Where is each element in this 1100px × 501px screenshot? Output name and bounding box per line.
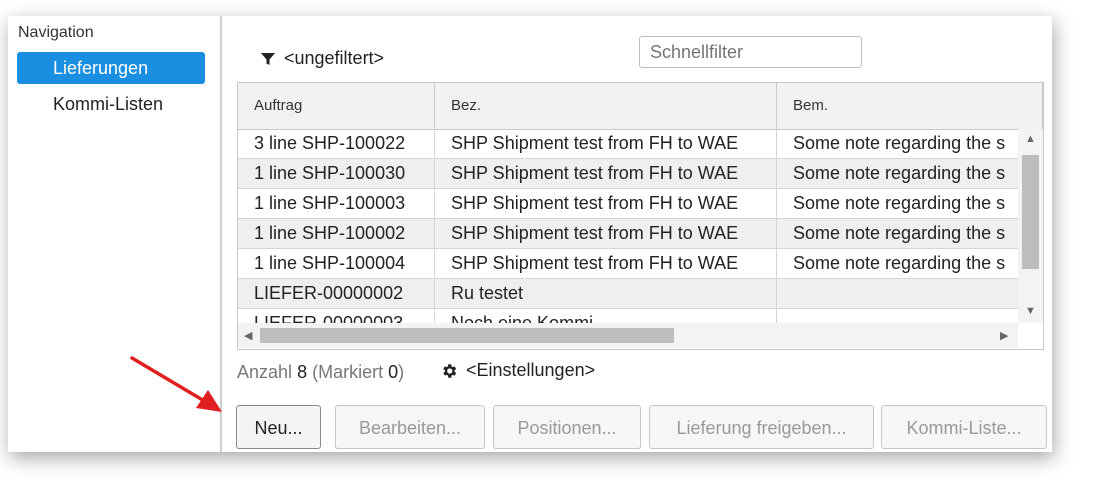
cell-auftrag: 1 line SHP-100004	[238, 249, 435, 278]
count-value: 8	[297, 362, 308, 382]
funnel-icon	[261, 52, 275, 65]
cell-auftrag: 1 line SHP-100002	[238, 219, 435, 248]
table-row[interactable]: LIEFER-00000002 Ru testet	[238, 279, 1018, 309]
nav-item-kommi-listen[interactable]: Kommi-Listen	[17, 88, 205, 120]
cell-auftrag: 1 line SHP-100030	[238, 159, 435, 188]
cell-bez: SHP Shipment test from FH to WAE	[435, 159, 777, 188]
nav-item-label: Lieferungen	[53, 58, 149, 78]
table-row[interactable]: 3 line SHP-100022 SHP Shipment test from…	[238, 129, 1018, 159]
settings-link[interactable]: <Einstellungen>	[440, 360, 595, 381]
filter-indicator[interactable]: <ungefiltert>	[260, 48, 384, 69]
scroll-left-icon[interactable]: ◀	[244, 329, 252, 342]
column-header-bem[interactable]: Bem.	[777, 83, 1043, 129]
column-header-bez[interactable]: Bez.	[435, 83, 777, 129]
table-row[interactable]: 1 line SHP-100030 SHP Shipment test from…	[238, 159, 1018, 189]
cell-bez: SHP Shipment test from FH to WAE	[435, 189, 777, 218]
nav-item-label: Kommi-Listen	[53, 94, 164, 114]
deliveries-table: Auftrag Bez. Bem. 3 line SHP-100022 SHP …	[237, 82, 1044, 350]
marked-value: 0	[388, 362, 399, 382]
filter-label: <ungefiltert>	[284, 48, 385, 68]
new-button[interactable]: Neu...	[236, 405, 321, 449]
picklist-button[interactable]: Kommi-Liste...	[881, 405, 1047, 449]
cell-bem: Some note regarding the s	[793, 193, 1006, 213]
cell-bez: SHP Shipment test from FH to WAE	[435, 249, 777, 278]
cell-bem: Some note regarding the s	[793, 253, 1006, 273]
vertical-scroll-thumb[interactable]	[1022, 155, 1039, 269]
settings-label: <Einstellungen>	[466, 360, 596, 380]
nav-item-lieferungen[interactable]: Lieferungen	[17, 52, 205, 84]
edit-button[interactable]: Bearbeiten...	[335, 405, 485, 449]
count-label: Anzahl	[237, 362, 293, 382]
horizontal-scroll-thumb[interactable]	[260, 328, 674, 343]
nav-heading: Navigation	[18, 24, 94, 41]
record-count: Anzahl 8 (Markiert 0)	[237, 362, 404, 383]
cell-bem	[777, 279, 1018, 308]
cell-bez: SHP Shipment test from FH to WAE	[435, 129, 777, 158]
cell-bem: Some note regarding the s	[793, 133, 1006, 153]
cell-auftrag: 3 line SHP-100022	[238, 129, 435, 158]
cell-bez: Ru testet	[435, 279, 777, 308]
cell-auftrag: LIEFER-00000002	[238, 279, 435, 308]
marked-close: )	[398, 362, 405, 382]
scrollbar-corner	[1018, 323, 1043, 348]
scroll-right-icon[interactable]: ▶	[1000, 329, 1008, 342]
table-row[interactable]: 1 line SHP-100004 SHP Shipment test from…	[238, 249, 1018, 279]
table-row[interactable]: 1 line SHP-100003 SHP Shipment test from…	[238, 189, 1018, 219]
cell-bem: Some note regarding the s	[793, 163, 1006, 183]
gear-icon	[443, 363, 457, 378]
positions-button[interactable]: Positionen...	[493, 405, 641, 449]
cell-auftrag: 1 line SHP-100003	[238, 189, 435, 218]
vertical-scrollbar[interactable]: ▲ ▼	[1018, 129, 1043, 323]
marked-label: (Markiert	[312, 362, 384, 382]
horizontal-scrollbar[interactable]: ◀ ▶	[238, 323, 1018, 348]
red-arrow-annotation	[130, 356, 222, 412]
cell-bem: Some note regarding the s	[793, 223, 1006, 243]
release-delivery-button[interactable]: Lieferung freigeben...	[649, 405, 874, 449]
scroll-down-icon[interactable]: ▼	[1025, 305, 1036, 317]
table-row[interactable]: 1 line SHP-100002 SHP Shipment test from…	[238, 219, 1018, 249]
table-header: Auftrag Bez. Bem.	[238, 83, 1043, 130]
column-header-auftrag[interactable]: Auftrag	[238, 83, 435, 129]
cell-bez: SHP Shipment test from FH to WAE	[435, 219, 777, 248]
quickfilter-input[interactable]	[639, 36, 862, 68]
scroll-up-icon[interactable]: ▲	[1025, 133, 1036, 145]
